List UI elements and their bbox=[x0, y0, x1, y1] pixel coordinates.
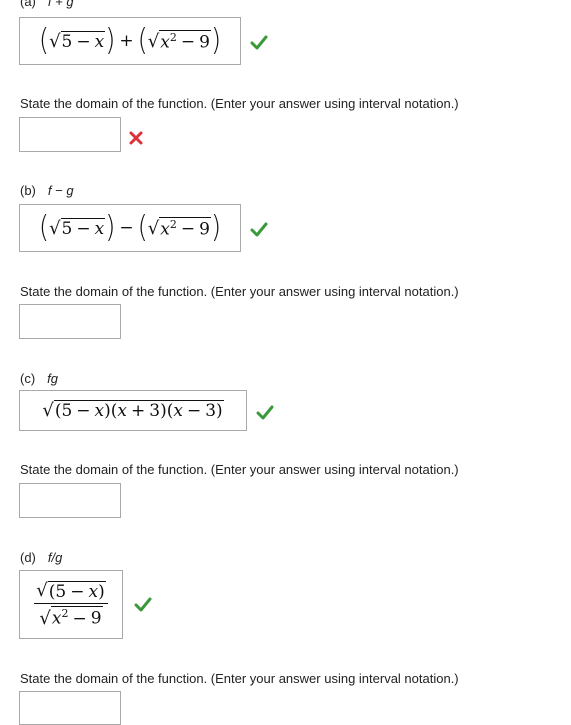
part-function: f + g bbox=[47, 0, 74, 9]
expression-math: √ (5− x)(x +3)(x −3) bbox=[42, 400, 224, 422]
domain-prompt-d: State the domain of the function. (Enter… bbox=[20, 671, 459, 686]
x-mark-icon bbox=[129, 131, 143, 145]
open-paren: ( bbox=[137, 23, 148, 59]
part-letter: (c) bbox=[20, 371, 36, 386]
close-paren: ) bbox=[105, 23, 116, 59]
close-paren: ) bbox=[210, 210, 222, 246]
domain-prompt-b: State the domain of the function. (Enter… bbox=[20, 284, 459, 299]
part-b-label: (b) f − g bbox=[20, 183, 74, 198]
fraction: √ (5− x) √ x2−9 bbox=[34, 580, 108, 629]
expression-answer-b: ( √ 5− x ) − ( √ x2−9 ) bbox=[19, 204, 241, 252]
domain-prompt-c: State the domain of the function. (Enter… bbox=[20, 462, 459, 477]
denominator: √ x2−9 bbox=[39, 606, 103, 629]
check-icon bbox=[250, 35, 268, 50]
part-d-label: (d) f/g bbox=[20, 550, 62, 565]
open-paren: ( bbox=[137, 210, 148, 246]
check-icon bbox=[256, 405, 274, 420]
sqrt-5-minus-x: √ 5− x bbox=[49, 30, 106, 52]
part-a-label: (a) f + g bbox=[20, 0, 74, 9]
open-paren: ( bbox=[38, 23, 50, 59]
open-paren: ( bbox=[38, 210, 50, 246]
part-function: fg bbox=[47, 371, 59, 386]
expression-answer-c: √ (5− x)(x +3)(x −3) bbox=[19, 390, 247, 431]
part-letter: (b) bbox=[20, 183, 36, 198]
expression-answer-a: ( √ 5− x ) + ( √ x2−9 ) bbox=[19, 17, 241, 65]
domain-input-c[interactable] bbox=[19, 483, 121, 518]
domain-input-a[interactable] bbox=[19, 117, 121, 152]
part-letter: (d) bbox=[20, 550, 36, 565]
sqrt-5-minus-x: √ 5− x bbox=[49, 217, 106, 239]
domain-input-b[interactable] bbox=[19, 304, 121, 339]
expression-math: ( √ 5− x ) + ( √ x2−9 ) bbox=[38, 23, 222, 59]
part-function: f/g bbox=[47, 550, 63, 565]
numerator: √ (5− x) bbox=[34, 580, 108, 605]
domain-prompt-a: State the domain of the function. (Enter… bbox=[20, 96, 459, 111]
domain-input-d[interactable] bbox=[19, 691, 121, 725]
close-paren: ) bbox=[105, 210, 116, 246]
sqrt-x2-minus-9: √ x2−9 bbox=[147, 29, 211, 53]
close-paren: ) bbox=[210, 23, 222, 59]
part-function: f − g bbox=[47, 183, 74, 198]
sqrt-x2-minus-9: √ x2−9 bbox=[147, 216, 211, 240]
expression-answer-d: √ (5− x) √ x2−9 bbox=[19, 570, 123, 639]
sqrt-product: √ (5− x)(x +3)(x −3) bbox=[42, 400, 224, 422]
part-letter: (a) bbox=[20, 0, 36, 9]
part-c-label: (c) fg bbox=[20, 371, 58, 386]
check-icon bbox=[250, 222, 268, 237]
check-icon bbox=[134, 597, 152, 612]
expression-math: ( √ 5− x ) − ( √ x2−9 ) bbox=[38, 210, 222, 246]
